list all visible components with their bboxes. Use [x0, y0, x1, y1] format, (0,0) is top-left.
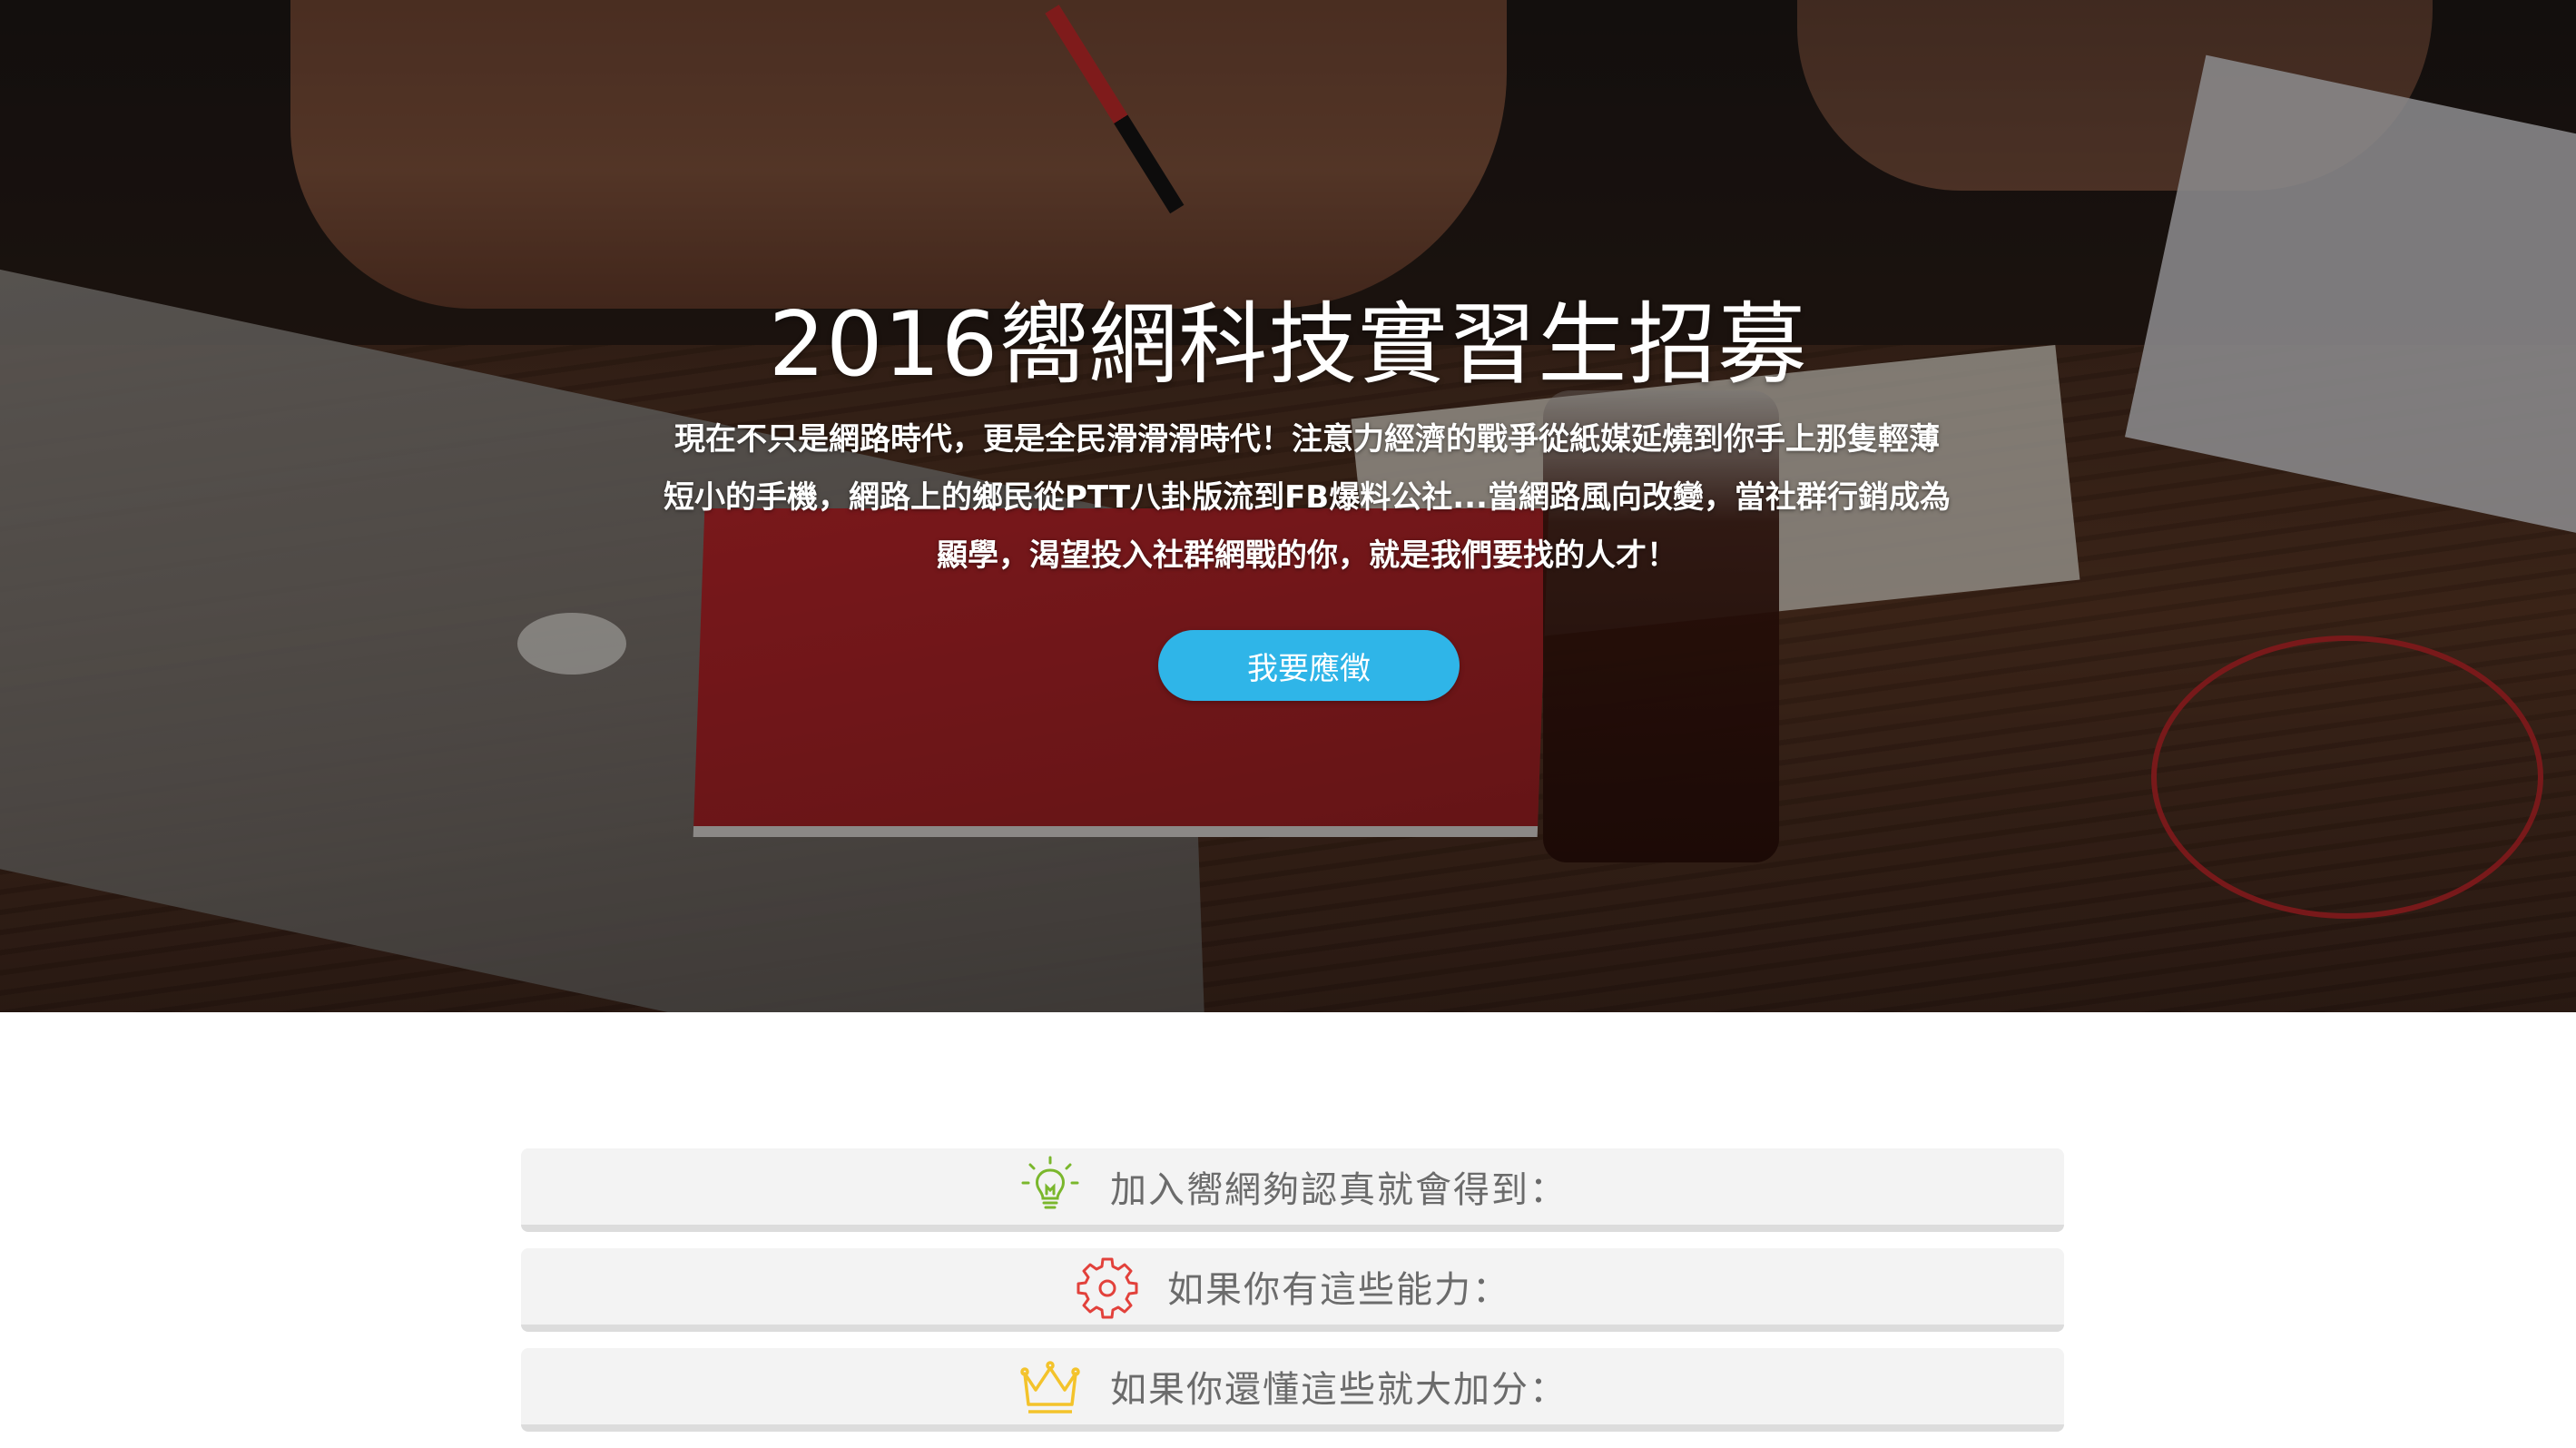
lightbulb-icon — [1018, 1154, 1083, 1219]
accordion-label: 如果你有這些能力： — [1167, 1269, 1510, 1311]
info-accordion: 加入嚮網夠認真就會得到： 如果你有這些能力： 如果你還懂這些就大加分： — [521, 1148, 2064, 1448]
accordion-item-bonus[interactable]: 如果你還懂這些就大加分： — [521, 1348, 2064, 1432]
apply-button[interactable]: 我要應徵 — [1158, 630, 1460, 701]
hero-description-line: 顯學，渴望投入社群網戰的你，就是我們要找的人才！ — [937, 537, 1677, 574]
accordion-item-benefits[interactable]: 加入嚮網夠認真就會得到： — [521, 1148, 2064, 1232]
accordion-label: 如果你還懂這些就大加分： — [1110, 1369, 1568, 1411]
crown-icon — [1018, 1354, 1083, 1419]
hero-banner: 2016嚮網科技實習生招募 現在不只是網路時代，更是全民滑滑滑時代！注意力經濟的… — [0, 0, 2576, 1012]
hero-description: 現在不只是網路時代，更是全民滑滑滑時代！注意力經濟的戰爭從紙媒延燒到你手上那隻輕… — [635, 410, 1979, 585]
gear-icon — [1075, 1254, 1140, 1319]
hero-description-line: 短小的手機，網路上的鄉民從PTT八卦版流到FB爆料公社...當網路風向改變，當社… — [664, 479, 1951, 516]
accordion-item-abilities[interactable]: 如果你有這些能力： — [521, 1248, 2064, 1332]
page-title: 2016嚮網科技實習生招募 — [768, 293, 1808, 397]
accordion-label: 加入嚮網夠認真就會得到： — [1110, 1169, 1568, 1211]
hero-description-line: 現在不只是網路時代，更是全民滑滑滑時代！注意力經濟的戰爭從紙媒延燒到你手上那隻輕… — [674, 421, 1940, 458]
